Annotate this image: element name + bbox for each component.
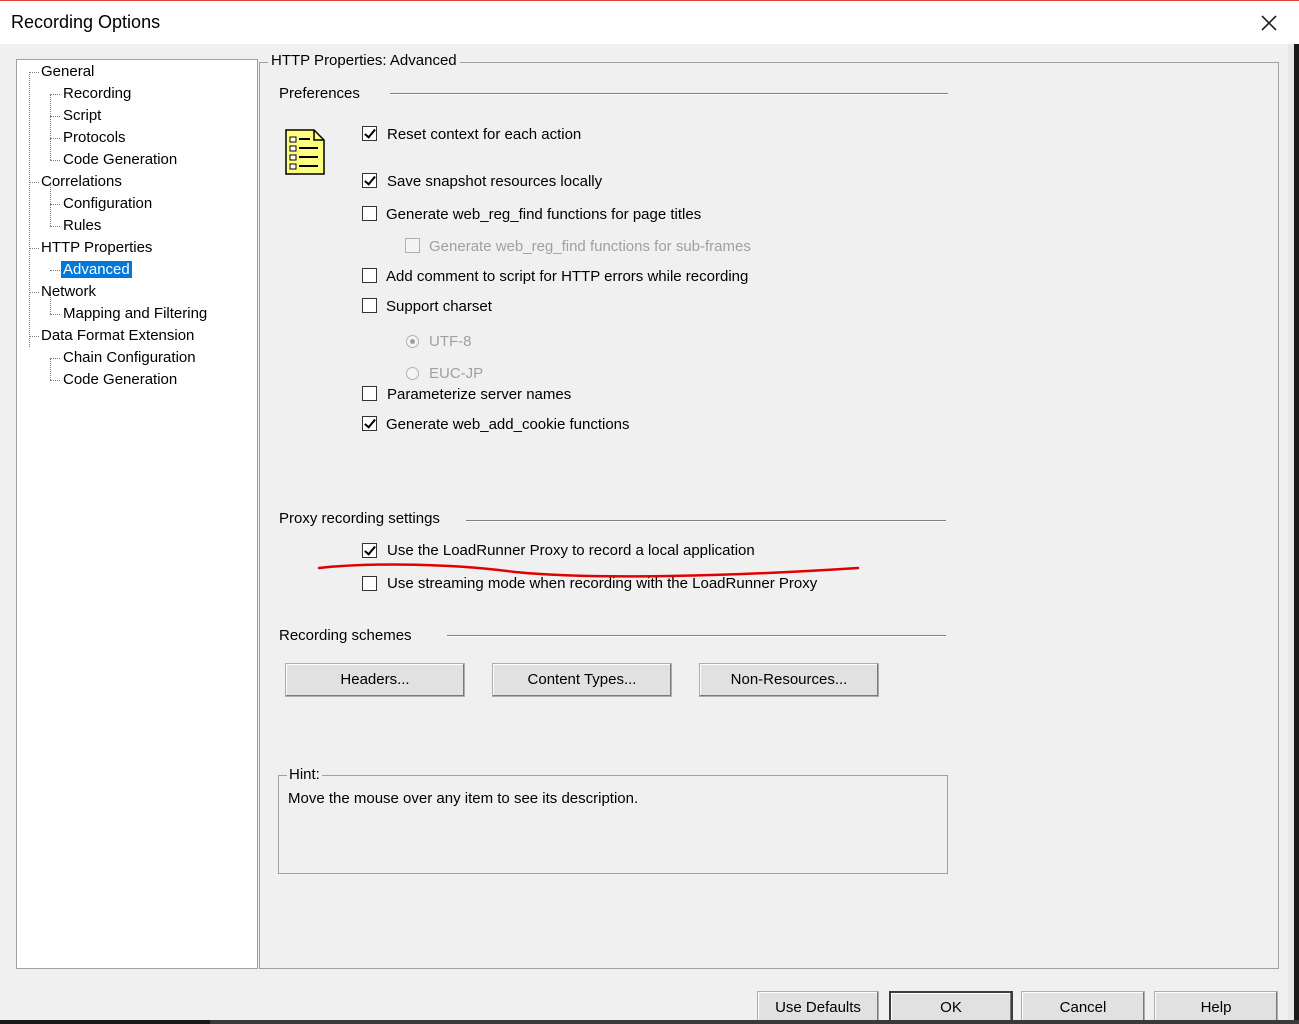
tree-connector — [50, 94, 60, 95]
tree-item-label: Code Generation — [63, 371, 178, 388]
tree-item-rules[interactable]: Rules — [63, 216, 101, 236]
tree-item-data-format-extension[interactable]: Data Format Extension — [41, 326, 194, 346]
tree-connector — [50, 380, 60, 381]
support-charset-label: Support charset — [386, 298, 492, 315]
eucjp-radio[interactable] — [406, 367, 419, 380]
save-snapshot-label: Save snapshot resources locally — [387, 173, 603, 190]
loadrunner-proxy-label: Use the LoadRunner Proxy to record a loc… — [387, 542, 755, 559]
tree-item-code-generation-2[interactable]: Code Generation — [63, 370, 177, 390]
loadrunner-proxy-checkbox[interactable] — [362, 543, 377, 558]
eucjp-label: EUC-JP — [429, 365, 484, 382]
tree-item-label: Script — [63, 107, 102, 124]
tree-connector — [29, 72, 39, 73]
tree-connector — [50, 358, 60, 359]
close-button[interactable] — [1255, 9, 1283, 37]
tree-item-label: Correlations — [41, 173, 122, 190]
preferences-label: Preferences — [279, 85, 360, 102]
tree-item-advanced[interactable]: Advanced — [61, 260, 132, 280]
web-reg-find-subframes-label: Generate web_reg_find functions for sub-… — [429, 238, 751, 255]
tree-item-configuration[interactable]: Configuration — [63, 194, 152, 214]
http-error-comment-label: Add comment to script for HTTP errors wh… — [386, 268, 749, 285]
tree-item-mapping-filtering[interactable]: Mapping and Filtering — [63, 304, 207, 324]
web-add-cookie-label: Generate web_add_cookie functions — [386, 416, 630, 433]
web-add-cookie-checkbox[interactable] — [362, 416, 377, 431]
tree-item-correlations[interactable]: Correlations — [41, 172, 122, 192]
utf8-label: UTF-8 — [429, 333, 472, 350]
group-title: HTTP Properties: Advanced — [268, 52, 460, 70]
web-reg-find-titles-label: Generate web_reg_find functions for page… — [386, 206, 702, 223]
tree-item-script[interactable]: Script — [63, 106, 101, 126]
web-reg-find-titles-checkbox[interactable] — [362, 206, 377, 221]
tree-item-label: General — [41, 63, 95, 80]
tree-item-label: Rules — [63, 217, 102, 234]
tree-connector — [50, 314, 60, 315]
reset-context-label: Reset context for each action — [387, 126, 582, 143]
tree-connector — [50, 226, 60, 227]
utf8-radio[interactable] — [406, 335, 419, 348]
tree-connector — [50, 204, 60, 205]
tree-connector — [29, 72, 30, 347]
tree-item-label: Network — [41, 283, 97, 300]
tree-item-label: Code Generation — [63, 151, 178, 168]
headers-button[interactable]: Headers... — [285, 663, 465, 697]
hint-label: Hint: — [287, 766, 322, 784]
tree-connector — [50, 94, 51, 160]
taskbar-edge — [0, 1020, 1299, 1024]
window-title: Recording Options — [11, 12, 161, 32]
schemes-divider — [447, 635, 946, 637]
proxy-divider — [466, 520, 946, 522]
non-resources-button[interactable]: Non-Resources... — [699, 663, 879, 697]
save-snapshot-checkbox[interactable] — [362, 173, 377, 188]
reset-context-checkbox[interactable] — [362, 126, 377, 141]
tree-item-protocols[interactable]: Protocols — [63, 128, 126, 148]
http-error-comment-checkbox[interactable] — [362, 268, 377, 283]
options-tree[interactable]: General Recording Script Protocols Code … — [16, 59, 258, 969]
tree-item-network[interactable]: Network — [41, 282, 96, 302]
parameterize-servers-label: Parameterize server names — [387, 386, 572, 403]
tree-connector — [50, 160, 60, 161]
tree-connector — [29, 182, 39, 183]
hint-text: Move the mouse over any item to see its … — [288, 790, 639, 807]
web-reg-find-subframes-checkbox[interactable] — [405, 238, 420, 253]
proxy-settings-label: Proxy recording settings — [279, 510, 440, 527]
tree-connector — [50, 270, 60, 271]
red-annotation-underline — [317, 563, 860, 578]
recording-schemes-label: Recording schemes — [279, 627, 412, 644]
tree-item-label: HTTP Properties — [41, 239, 153, 256]
tree-connector — [29, 248, 39, 249]
tree-item-label: Chain Configuration — [63, 349, 196, 366]
tree-item-label: Advanced — [61, 261, 132, 278]
support-charset-checkbox[interactable] — [362, 298, 377, 313]
tree-item-label: Protocols — [63, 129, 126, 146]
content-types-button[interactable]: Content Types... — [492, 663, 672, 697]
tree-item-http-properties[interactable]: HTTP Properties — [41, 238, 152, 258]
tree-item-label: Data Format Extension — [41, 327, 195, 344]
edge-bar — [1294, 44, 1299, 1024]
tree-connector — [29, 292, 39, 293]
tree-item-chain-configuration[interactable]: Chain Configuration — [63, 348, 196, 368]
tree-item-code-generation[interactable]: Code Generation — [63, 150, 177, 170]
tree-item-label: Recording — [63, 85, 132, 102]
close-icon — [1261, 15, 1277, 31]
window-edge — [1288, 44, 1299, 1024]
tree-connector — [50, 116, 60, 117]
document-checklist-icon — [284, 128, 326, 180]
tree-item-recording[interactable]: Recording — [63, 84, 131, 104]
tree-item-label: Configuration — [63, 195, 153, 212]
title-bar: Recording Options — [0, 0, 1299, 44]
tree-item-general[interactable]: General — [41, 62, 94, 82]
preferences-divider — [390, 93, 948, 95]
tree-connector — [50, 138, 60, 139]
taskbar-edge-segment — [210, 1020, 1299, 1024]
tree-connector — [50, 358, 51, 380]
tree-item-label: Mapping and Filtering — [63, 305, 208, 322]
parameterize-servers-checkbox[interactable] — [362, 386, 377, 401]
tree-connector — [29, 336, 39, 337]
